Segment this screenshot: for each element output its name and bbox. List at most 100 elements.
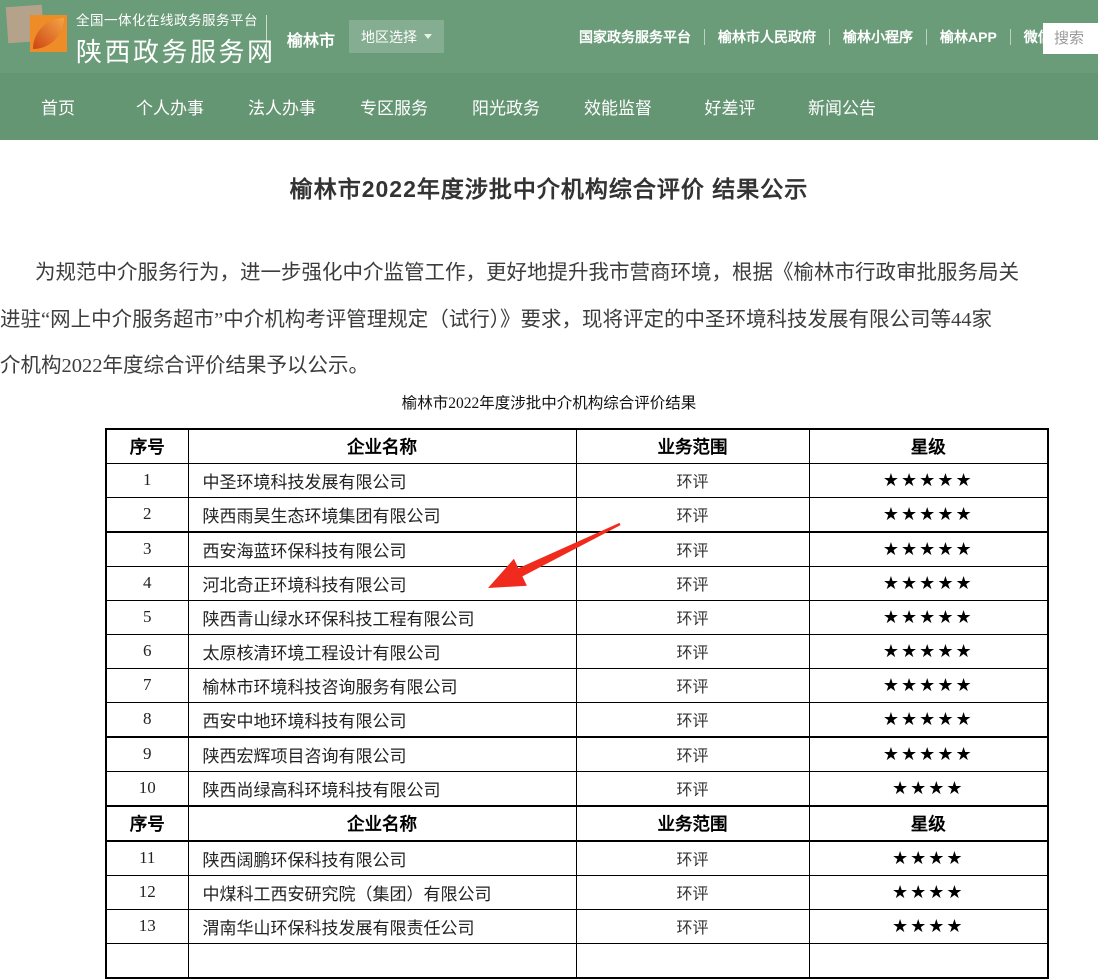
cell-business-scope: 环评 (576, 737, 809, 772)
nav-item-label: 新闻公告 (808, 99, 876, 118)
header-cell-stars: 星级 (809, 806, 1048, 841)
cell-seq-number: 1 (106, 463, 188, 497)
cell-business-scope: 环评 (576, 771, 809, 806)
table-row: 1 中圣环境科技发展有限公司 环评 ★★★★★ (106, 463, 1048, 497)
table-header-row: 序号 企业名称 业务范围 星级 (106, 429, 1048, 464)
cell-business-scope: 环评 (576, 634, 809, 668)
cell-seq-number: 12 (106, 875, 188, 909)
site-name: 陕西政务服务网 (76, 32, 276, 69)
nav-item-label: 法人办事 (248, 99, 316, 118)
paragraph-line: 为规范中介服务行为，进一步强化中介监管工作，更好地提升我市营商环境，根据《榆林市… (0, 250, 1098, 297)
cell-seq-number: 8 (106, 702, 188, 737)
header-link-3[interactable]: 榆林小程序 (829, 29, 926, 45)
header-cell-no: 序号 (106, 806, 188, 841)
logo-front-square (30, 15, 67, 52)
cell-business-scope: 环评 (576, 532, 809, 567)
nav-item-6[interactable]: 效能监督 (562, 94, 674, 119)
cell-seq-number: 4 (106, 566, 188, 600)
header-cell-scope: 业务范围 (576, 806, 809, 841)
header-cell-name: 企业名称 (188, 806, 576, 841)
cell-company-name: 陕西青山绿水环保科技工程有限公司 (188, 600, 576, 634)
cell-business-scope: 环评 (576, 841, 809, 876)
cell-seq-number: 7 (106, 668, 188, 702)
nav-item-8[interactable]: 新闻公告 (786, 94, 898, 119)
header-link-4[interactable]: 榆林APP (926, 29, 1010, 45)
chevron-down-icon (424, 34, 432, 39)
top-header: 全国一体化在线政务服务平台 陕西政务服务网 榆林市 地区选择 国家政务服务平台榆… (0, 0, 1098, 73)
header-cell-name: 企业名称 (188, 429, 576, 464)
cell-company-name: 陕西尚绿高科环境科技有限公司 (188, 771, 576, 806)
cell-seq-number: 5 (106, 600, 188, 634)
cell-business-scope: 环评 (576, 909, 809, 943)
region-selector-button[interactable]: 地区选择 (349, 20, 444, 53)
cell-seq-number: 2 (106, 497, 188, 532)
table-caption: 榆林市2022年度涉批中介机构综合评价结果 (0, 394, 1098, 414)
nav-item-label: 阳光政务 (472, 99, 540, 118)
cell-star-rating: ★★★★★ (809, 634, 1048, 668)
cell-company-name: 中煤科工西安研究院（集团）有限公司 (188, 875, 576, 909)
logo-leaf-icon (33, 18, 64, 49)
table-row: 7 榆林市环境科技咨询服务有限公司 环评 ★★★★★ (106, 668, 1048, 702)
table-row: 13 渭南华山环保科技发展有限责任公司 环评 ★★★★ (106, 909, 1048, 943)
header-cell-no: 序号 (106, 429, 188, 464)
nav-item-7[interactable]: 好差评 (674, 94, 786, 119)
cell-star-rating: ★★★★★ (809, 532, 1048, 567)
cell-star-rating: ★★★★ (809, 841, 1048, 876)
nav-item-label: 专区服务 (360, 99, 428, 118)
nav-item-4[interactable]: 专区服务 (338, 94, 450, 119)
header-link-2[interactable]: 榆林市人民政府 (704, 29, 829, 45)
table-row: 12 中煤科工西安研究院（集团）有限公司 环评 ★★★★ (106, 875, 1048, 909)
cell-company-name: 太原核清环境工程设计有限公司 (188, 634, 576, 668)
cell-star-rating: ★★★★★ (809, 463, 1048, 497)
cell-star-rating: ★★★★★ (809, 497, 1048, 532)
cell-company-name: 西安中地环境科技有限公司 (188, 702, 576, 737)
nav-item-label: 个人办事 (136, 99, 204, 118)
cell-business-scope: 环评 (576, 875, 809, 909)
nav-item-2[interactable]: 个人办事 (114, 94, 226, 119)
header-divider (266, 15, 267, 59)
header-links-list: 国家政务服务平台榆林市人民政府榆林小程序榆林APP微信公众号 (566, 0, 1098, 73)
cell-seq-number: 11 (106, 841, 188, 876)
nav-item-5[interactable]: 阳光政务 (450, 94, 562, 119)
cell-company-name (188, 943, 576, 978)
cell-star-rating (809, 943, 1048, 978)
table-row: 4 河北奇正环境科技有限公司 环评 ★★★★★ (106, 566, 1048, 600)
cell-company-name: 陕西阔鹏环保科技有限公司 (188, 841, 576, 876)
cell-seq-number (106, 943, 188, 978)
table-row: 6 太原核清环境工程设计有限公司 环评 ★★★★★ (106, 634, 1048, 668)
nav-item-label: 好差评 (705, 99, 756, 118)
cell-star-rating: ★★★★★ (809, 702, 1048, 737)
article-content: 榆林市2022年度涉批中介机构综合评价 结果公示 为规范中介服务行为，进一步强化… (0, 174, 1098, 979)
nav-item-label: 效能监督 (584, 99, 652, 118)
search-input[interactable] (1043, 23, 1098, 54)
nav-item-3[interactable]: 法人办事 (226, 94, 338, 119)
table-row: 10 陕西尚绿高科环境科技有限公司 环评 ★★★★ (106, 771, 1048, 806)
cell-business-scope (576, 943, 809, 978)
header-link-1[interactable]: 国家政务服务平台 (566, 29, 704, 45)
platform-label: 全国一体化在线政务服务平台 (76, 9, 276, 29)
nav-item-label: 首页 (41, 99, 75, 118)
region-selector-label: 地区选择 (361, 27, 417, 47)
main-nav-list: 首页 个人办事 法人办事 专区服务 阳光政务 效能监督 好差评 新闻公告 (0, 73, 1098, 140)
cell-star-rating: ★★★★ (809, 771, 1048, 806)
site-logo[interactable] (6, 3, 66, 65)
current-city-label[interactable]: 榆林市 (287, 27, 335, 51)
header-cell-scope: 业务范围 (576, 429, 809, 464)
cell-seq-number: 6 (106, 634, 188, 668)
announcement-paragraph: 为规范中介服务行为，进一步强化中介监管工作，更好地提升我市营商环境，根据《榆林市… (0, 250, 1098, 390)
nav-item-1[interactable]: 首页 (2, 94, 114, 119)
table-row: 5 陕西青山绿水环保科技工程有限公司 环评 ★★★★★ (106, 600, 1048, 634)
cell-company-name: 榆林市环境科技咨询服务有限公司 (188, 668, 576, 702)
cell-seq-number: 9 (106, 737, 188, 772)
cell-seq-number: 10 (106, 771, 188, 806)
table-row: 2 陕西雨昊生态环境集团有限公司 环评 ★★★★★ (106, 497, 1048, 532)
cell-company-name: 渭南华山环保科技发展有限责任公司 (188, 909, 576, 943)
table-row: 9 陕西宏辉项目咨询有限公司 环评 ★★★★★ (106, 737, 1048, 772)
cell-company-name: 中圣环境科技发展有限公司 (188, 463, 576, 497)
cell-company-name: 西安海蓝环保科技有限公司 (188, 532, 576, 567)
table-row: 3 西安海蓝环保科技有限公司 环评 ★★★★★ (106, 532, 1048, 567)
main-nav: 首页 个人办事 法人办事 专区服务 阳光政务 效能监督 好差评 新闻公告 (0, 73, 1098, 140)
cell-business-scope: 环评 (576, 702, 809, 737)
table-header-row: 序号 企业名称 业务范围 星级 (106, 806, 1048, 841)
cell-star-rating: ★★★★ (809, 875, 1048, 909)
